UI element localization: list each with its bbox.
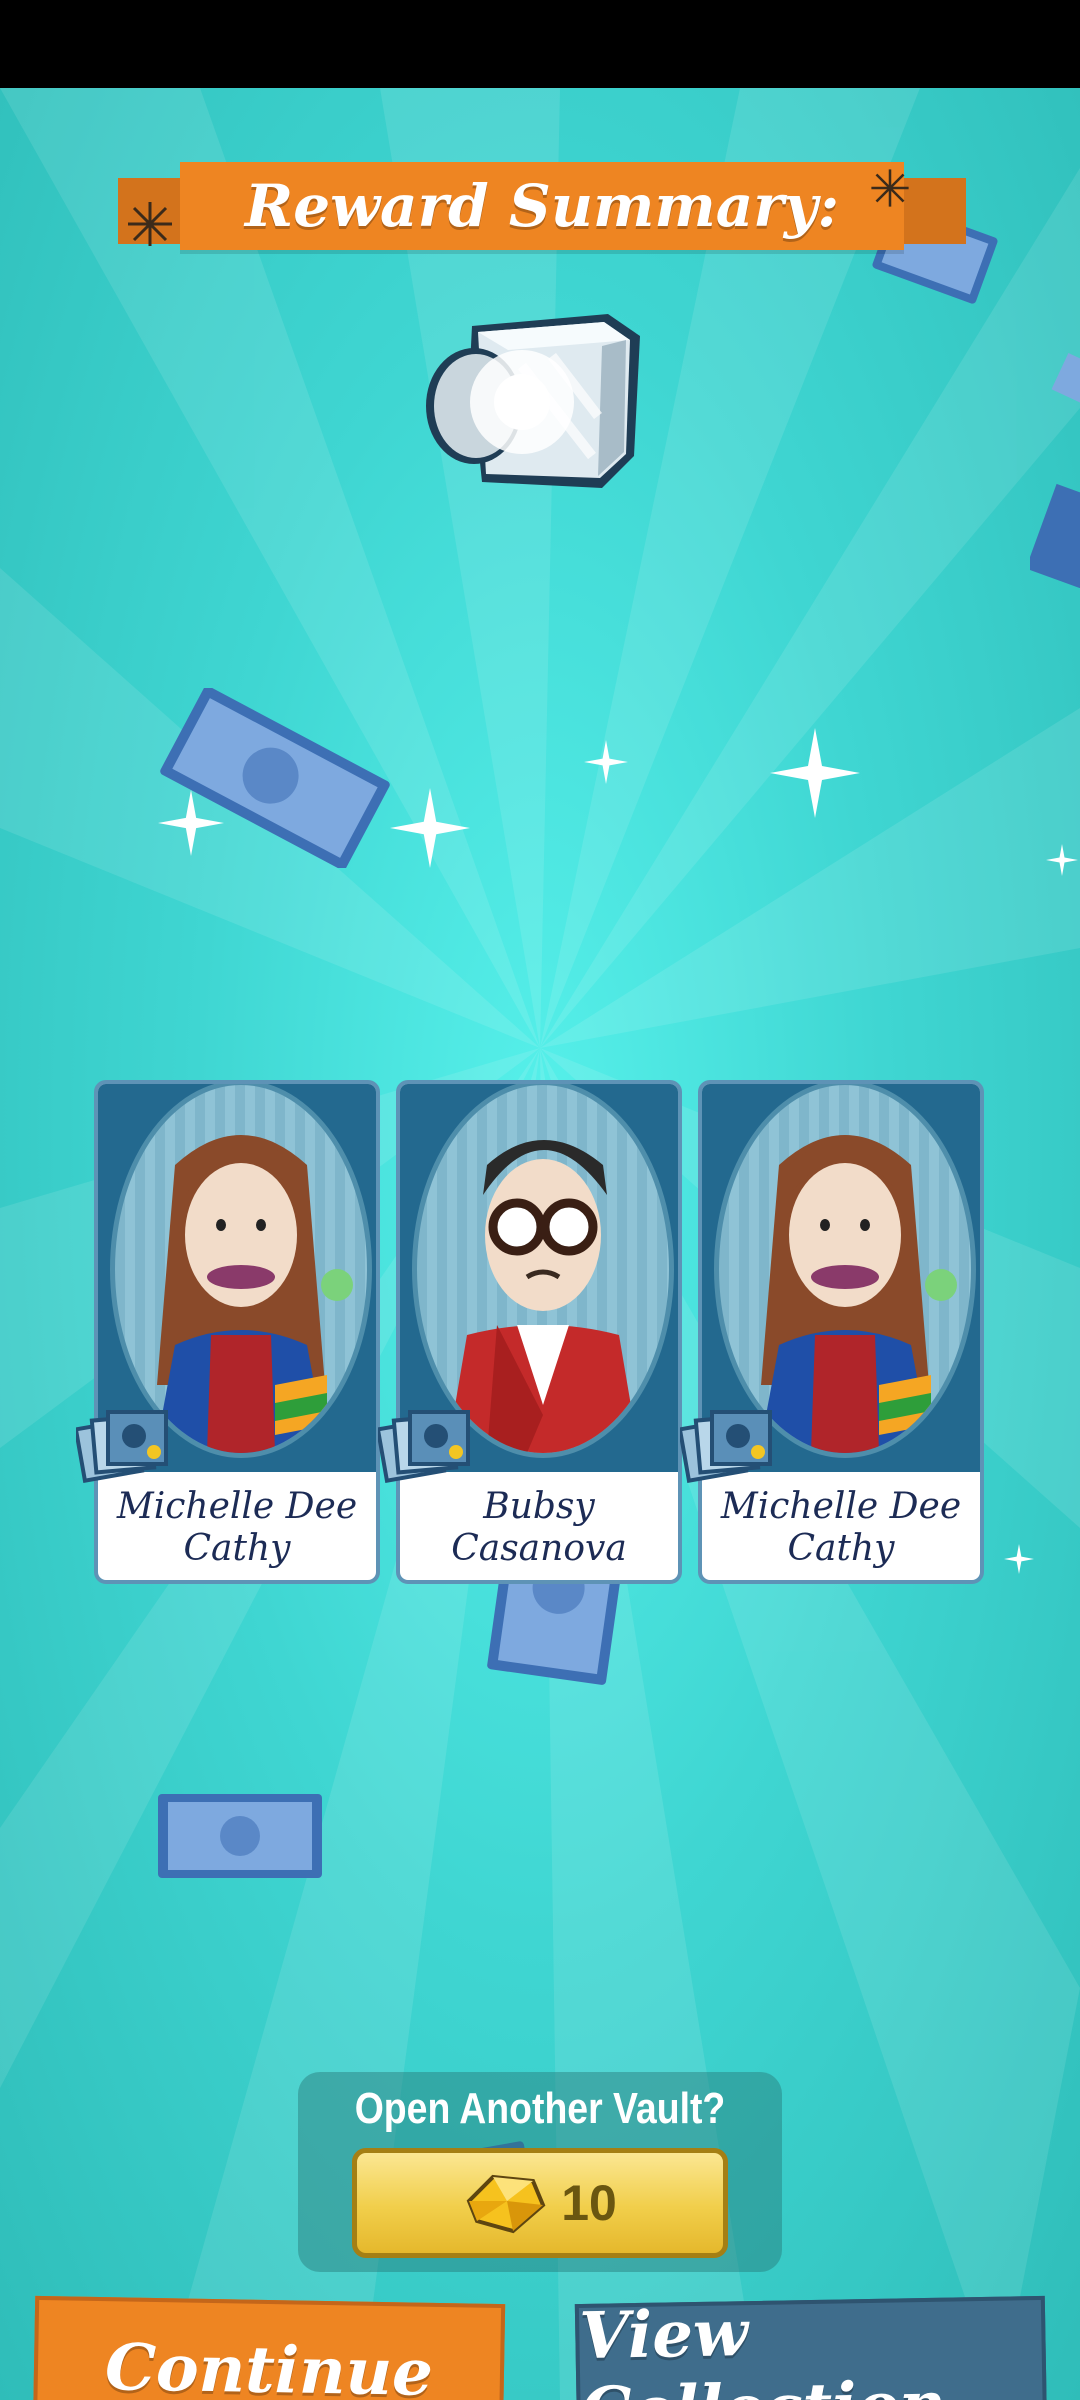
card-stack-icon [680,1410,772,1483]
sparkle-icon [770,728,860,818]
card-stack-icon [76,1410,168,1483]
card-name: Bubsy Casanova [400,1476,678,1580]
money-bill-icon [1051,352,1080,407]
card-name: Michelle Dee Cathy [702,1476,980,1580]
silver-vault-icon [426,314,640,488]
card-portrait-frame [110,1084,372,1458]
reward-card[interactable]: Michelle Dee Cathy [94,1080,380,1584]
character-portrait-michelle-icon [759,1135,957,1453]
continue-label: Continue [104,2329,434,2400]
sparkle-icon [1004,1544,1034,1574]
starburst-icon [871,169,909,207]
gem-icon [466,2174,546,2234]
card-name-line1: Michelle Dee [720,1486,962,1527]
money-bill-icon [1030,483,1080,588]
banner-ribbon: Reward Summary: [180,162,904,250]
character-portrait-bubsy-icon [447,1140,639,1453]
open-vault-button[interactable]: 10 [352,2148,728,2258]
card-name-line2: Casanova [451,1528,627,1569]
card-stack-icon [378,1410,470,1483]
starburst-icon [128,202,172,246]
character-portrait-michelle-icon [155,1135,353,1453]
card-name-line1: Michelle Dee [116,1486,358,1527]
sparkle-icon [390,788,470,868]
status-bar [0,0,1080,88]
open-vault-panel: Open Another Vault? 10 [298,2072,782,2272]
open-vault-label: Open Another Vault? [354,2084,726,2133]
sparkle-icon [158,790,224,856]
reward-card[interactable]: Bubsy Casanova [396,1080,682,1584]
card-portrait-frame [412,1084,674,1458]
reward-scene: Reward Summary: Michelle Dee Cathy Bubsy… [0,88,1080,2400]
reward-card[interactable]: Michelle Dee Cathy [698,1080,984,1584]
card-name-line2: Cathy [183,1528,291,1569]
card-portrait-frame [714,1084,976,1458]
card-name-line2: Cathy [787,1528,895,1569]
view-collection-button[interactable]: View Collection [574,2295,1048,2400]
reward-summary-banner: Reward Summary: [118,162,966,256]
banner-title: Reward Summary: [245,172,839,240]
view-collection-label: View Collection [578,2296,947,2400]
card-name: Michelle Dee Cathy [98,1476,376,1580]
continue-button[interactable]: Continue [32,2295,506,2400]
sparkle-icon [1046,844,1078,876]
gem-cost: 10 [561,2175,617,2231]
card-name-line1: Bubsy [483,1486,595,1527]
money-bill-icon [158,1794,322,1878]
sparkle-icon [584,740,628,784]
